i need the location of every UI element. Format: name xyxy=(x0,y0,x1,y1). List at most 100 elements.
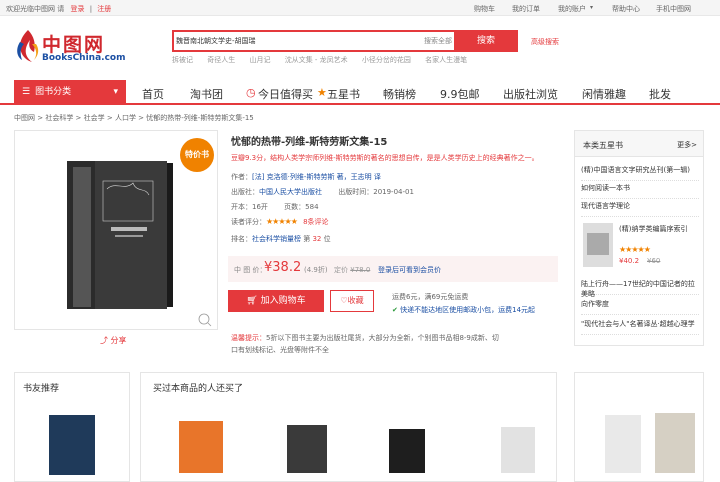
nav-daily-deals[interactable]: 今日值得买 xyxy=(258,86,313,102)
price-value: ¥38.2 xyxy=(264,260,302,275)
hot-keyword[interactable]: 小径分岔的花园 xyxy=(362,56,411,64)
pages-value: 584 xyxy=(305,203,319,211)
category-menu-button[interactable]: ☰ 图书分类 ▾ xyxy=(14,80,126,105)
feature-stars-icon: ★★★★★ xyxy=(619,245,651,254)
advanced-search-link[interactable]: 高级搜索 xyxy=(531,37,559,47)
search-input[interactable] xyxy=(176,34,421,48)
cart-link[interactable]: 购物车 xyxy=(474,4,495,14)
format-row: 开本：16开 页数：584 xyxy=(231,203,319,211)
nav-bestsellers[interactable]: 畅销榜 xyxy=(383,86,416,102)
chevron-down-icon: ▾ xyxy=(590,4,594,11)
nav-five-star[interactable]: 五星书 xyxy=(327,86,360,102)
rank-list-link[interactable]: 社会科学销量榜 xyxy=(252,235,301,243)
separator: | xyxy=(89,5,93,13)
nav-group-buy[interactable]: 淘书团 xyxy=(190,86,223,102)
sidebar-item[interactable]: 陆上行舟——17世纪的中国记者的拉美略 xyxy=(581,279,699,298)
author-row: 作者：[法] 克洛德·列维-斯特劳斯 著，王志明 译 xyxy=(231,173,381,181)
main-nav: ☰ 图书分类 ▾ 首页 淘书团 ◷ 今日值得买 ★ 五星书 畅销榜 9.9包邮 出… xyxy=(0,80,720,105)
welcome-area: 欢迎光临中图网 请 登录 | 注册 xyxy=(6,4,111,14)
sidebar-item[interactable]: (精)中国语言文字研究丛刊(第一辑) xyxy=(581,165,699,181)
search-scope-select[interactable]: 搜索全部 ▾ xyxy=(424,36,458,46)
price-box: 中 图 价： ¥38.2 (4.9折) 定价 ¥78.0 登录后可看到会员价 xyxy=(228,256,558,282)
express-info: ✔ 快递不能达地区使用邮政小包，运费14元起 xyxy=(392,306,536,314)
check-icon: ✔ xyxy=(392,306,398,314)
rating-row: 读者评分：★★★★★ 8条评论 xyxy=(231,217,329,226)
sidebar-item[interactable]: 现代语言学理论 xyxy=(581,201,699,217)
feature-book-cover[interactable] xyxy=(583,223,613,267)
publisher-link[interactable]: 中国人民大学出版社 xyxy=(259,188,322,196)
sidebar-item[interactable]: "现代社会与人"名著译丛·超越心理学 xyxy=(581,319,699,335)
cart-icon: 🛒︎ xyxy=(246,296,258,306)
shipping-info: 运费6元，满69元免运费 xyxy=(392,293,469,301)
book-thumb[interactable] xyxy=(49,415,95,475)
chevron-down-icon: ▾ xyxy=(113,87,118,97)
nav-home[interactable]: 首页 xyxy=(142,86,164,102)
tips-text: 5折以下图书主要为出版社尾货，大部分为全新，个别图书品相8-9成新、切口有划线标… xyxy=(231,334,499,354)
original-price: 定价 ¥78.0 xyxy=(334,266,371,274)
book-thumb[interactable] xyxy=(179,421,223,473)
breadcrumb[interactable]: 中图网 > 社会科学 > 社会学 > 人口学 > 忧郁的热带-列维-斯特劳斯文集… xyxy=(14,113,254,123)
book-thumb[interactable] xyxy=(501,427,535,473)
section-title: 书友推荐 xyxy=(23,384,60,394)
search-button[interactable]: 搜索 xyxy=(454,30,518,52)
product-title: 忧郁的热带-列维-斯特劳斯文集-15 xyxy=(231,137,388,148)
zoom-icon xyxy=(198,313,210,325)
logo-en: BooksChina.com xyxy=(42,53,126,63)
author-link[interactable]: [法] 克洛德·列维-斯特劳斯 著，王志明 译 xyxy=(252,173,381,181)
nav-wholesale[interactable]: 批发 xyxy=(649,86,671,102)
sidebar-item[interactable]: 如何阅读一本书 xyxy=(581,183,699,199)
favorite-button[interactable]: ♡收藏 xyxy=(330,290,374,312)
hot-keyword[interactable]: 拆被记 xyxy=(172,56,193,64)
book-thumb[interactable] xyxy=(605,415,641,473)
book-thumb[interactable] xyxy=(287,425,327,473)
share-button[interactable]: ⤴ 分享 xyxy=(100,335,127,346)
hot-keyword[interactable]: 奇径人生 xyxy=(207,56,235,64)
heart-icon: ♡ xyxy=(340,296,348,305)
category-label: 图书分类 xyxy=(35,87,72,97)
friends-recommend: 书友推荐 xyxy=(14,372,130,482)
hot-keyword[interactable]: 名家人生漫笔 xyxy=(425,56,467,64)
also-bought: 买过本商品的人还买了 xyxy=(140,372,557,482)
login-link[interactable]: 登录 xyxy=(70,5,84,13)
member-price-login-link[interactable]: 登录后可看到会员价 xyxy=(378,265,441,275)
feature-price: ¥40.2 xyxy=(619,257,640,265)
top-bar: 欢迎光临中图网 请 登录 | 注册 购物车 我的订单 我的账户 ▾ 帮助中心 手… xyxy=(0,0,720,16)
sidebar-item[interactable]: 向作零度 xyxy=(581,299,699,315)
star-icon: ★ xyxy=(317,86,327,99)
clock-icon: ◷ xyxy=(246,86,256,99)
help-link[interactable]: 帮助中心 xyxy=(612,4,640,14)
orders-link[interactable]: 我的订单 xyxy=(512,4,540,14)
feature-book-title[interactable]: (精)纳学类编篇序索引 xyxy=(619,225,699,234)
rank-row: 排名：社会科学销量榜 第 32 位 xyxy=(231,235,331,243)
more-link[interactable]: 更多> xyxy=(677,140,697,150)
hot-keyword[interactable]: 沈从文集 - 龙凤艺术 xyxy=(285,56,348,64)
nav-free-shipping[interactable]: 9.9包邮 xyxy=(440,86,480,102)
five-star-sidebar: 本类五星书 更多> (精)中国语言文字研究丛刊(第一辑) 如何阅读一本书 现代语… xyxy=(574,130,704,346)
site-logo[interactable]: 中图网 BooksChina.com xyxy=(14,26,134,70)
rating-stars-icon: ★★★★★ xyxy=(266,217,298,226)
tips-label: 温馨提示： xyxy=(231,334,266,342)
special-price-badge: 特价书 xyxy=(180,138,214,172)
search-bar: 搜索全部 ▾ 搜索 xyxy=(172,30,518,52)
hot-keyword[interactable]: 山月记 xyxy=(249,56,270,64)
book-thumb[interactable] xyxy=(655,413,695,473)
section-title: 买过本商品的人还买了 xyxy=(153,384,244,394)
pubdate: 2019-04-01 xyxy=(373,188,414,196)
share-icon: ⤴ xyxy=(100,336,108,345)
account-link[interactable]: 我的账户 xyxy=(558,4,586,14)
rank-value: 32 xyxy=(312,235,322,243)
add-to-cart-button[interactable]: 🛒︎ 加入购物车 xyxy=(228,290,324,312)
nav-publishers[interactable]: 出版社浏览 xyxy=(503,86,558,102)
flame-logo-icon xyxy=(17,30,39,62)
nav-leisure[interactable]: 闲情雅趣 xyxy=(582,86,626,102)
welcome-text: 欢迎光临中图网 请 xyxy=(6,5,65,13)
feature-orig-price: ¥60 xyxy=(647,257,661,265)
right-bottom-panel xyxy=(574,372,704,482)
register-link[interactable]: 注册 xyxy=(97,5,111,13)
menu-icon: ☰ xyxy=(22,87,31,97)
reviews-link[interactable]: 8条评论 xyxy=(303,218,328,226)
sidebar-header: 本类五星书 更多> xyxy=(575,131,703,157)
mobile-link[interactable]: 手机中图网 xyxy=(656,4,691,14)
book-thumb[interactable] xyxy=(389,429,425,473)
publisher-row: 出版社：中国人民大学出版社 出版时间：2019-04-01 xyxy=(231,188,414,196)
